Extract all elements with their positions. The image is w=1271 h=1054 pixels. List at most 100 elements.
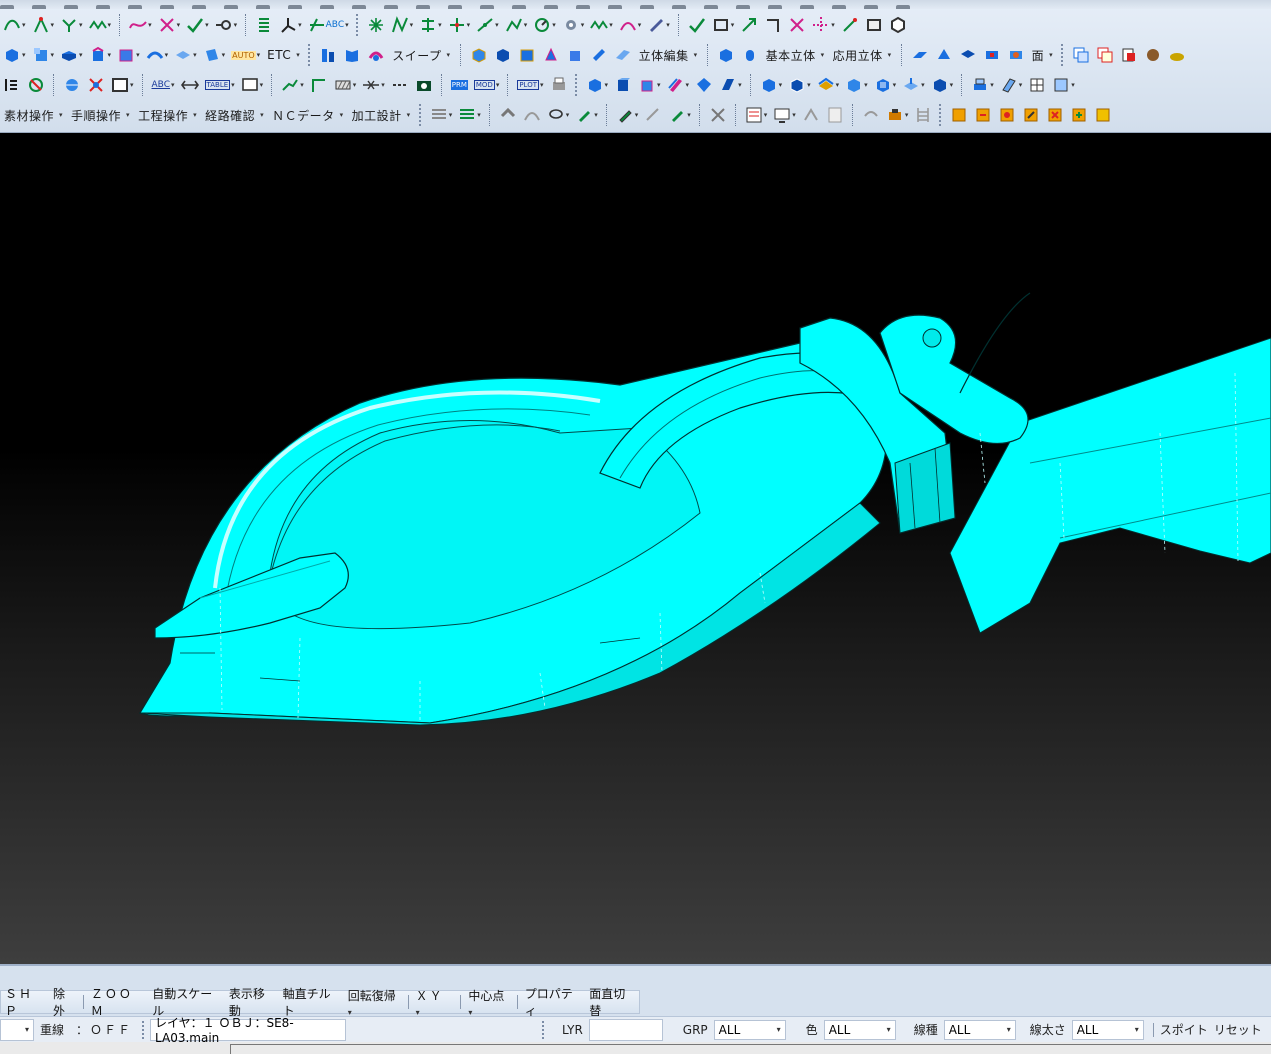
book-icon[interactable] xyxy=(341,44,363,66)
block-a-icon[interactable] xyxy=(468,44,490,66)
surface-arrow-icon[interactable] xyxy=(933,44,955,66)
shape-icon[interactable]: ▾ xyxy=(717,74,744,96)
menu-nc-data[interactable]: ＮＣデータ ▾ xyxy=(268,104,348,126)
gear-icon[interactable]: ▾ xyxy=(560,14,587,36)
hexagon-icon[interactable] xyxy=(887,14,909,36)
print-icon[interactable] xyxy=(548,74,570,96)
cmd-zoom[interactable]: ＺＯＯＭ xyxy=(87,985,148,1019)
file-e-icon[interactable] xyxy=(1044,104,1066,126)
diamond-icon[interactable] xyxy=(693,74,715,96)
cylinder-primitive-icon[interactable] xyxy=(739,44,761,66)
camera-icon[interactable] xyxy=(413,74,435,96)
cube-icon[interactable]: ▾ xyxy=(30,44,57,66)
scatter-icon[interactable] xyxy=(85,74,107,96)
sweep-menu[interactable]: スイープ ▾ xyxy=(388,44,454,66)
cmd-exclude[interactable]: 除外 xyxy=(49,985,80,1019)
sim-icon[interactable] xyxy=(800,104,822,126)
toolpath-a-icon[interactable]: ▾ xyxy=(428,104,455,126)
menu-process-operation[interactable]: 工程操作 ▾ xyxy=(134,104,201,126)
copy-red-icon[interactable] xyxy=(1094,44,1116,66)
file-b-icon[interactable] xyxy=(972,104,994,126)
check-icon[interactable]: ▾ xyxy=(184,14,211,36)
linewidth-select[interactable]: ALL ▾ xyxy=(1071,1019,1144,1040)
ladder-icon[interactable] xyxy=(912,104,934,126)
line-icon[interactable]: ▾ xyxy=(474,14,501,36)
block-g-icon[interactable] xyxy=(612,44,634,66)
window-icon[interactable]: ▾ xyxy=(239,74,266,96)
node-icon[interactable]: ▾ xyxy=(213,14,240,36)
square-icon[interactable] xyxy=(863,14,885,36)
pen-icon[interactable]: ▾ xyxy=(645,14,672,36)
spoit-button[interactable]: スポイト xyxy=(1157,1021,1211,1038)
monitor-icon[interactable]: ▾ xyxy=(771,104,798,126)
building-icon[interactable] xyxy=(317,44,339,66)
edit-path-icon[interactable]: ▾ xyxy=(614,104,641,126)
paste-icon[interactable] xyxy=(1118,44,1140,66)
circle-dot-icon[interactable]: ▾ xyxy=(531,14,558,36)
bracket-icon[interactable] xyxy=(1,74,23,96)
refresh-icon[interactable] xyxy=(25,74,47,96)
stack-b-icon[interactable]: ▾ xyxy=(998,74,1025,96)
wave-icon[interactable]: ▾ xyxy=(87,14,114,36)
arc-icon[interactable]: ▾ xyxy=(503,14,530,36)
cross-plus-icon[interactable]: ▾ xyxy=(446,14,473,36)
drill-b-icon[interactable] xyxy=(521,104,543,126)
face-menu[interactable]: 面 ▾ xyxy=(1028,44,1058,66)
shade-e-icon[interactable]: ▾ xyxy=(872,74,899,96)
toolpath-b-icon[interactable]: ▾ xyxy=(456,104,483,126)
surface-orange-icon[interactable] xyxy=(1005,44,1027,66)
solid-model[interactable] xyxy=(0,133,1271,964)
list-icon[interactable]: ▾ xyxy=(743,104,770,126)
wave2-icon[interactable]: ▾ xyxy=(588,14,615,36)
shade-a-icon[interactable]: ▾ xyxy=(758,74,785,96)
shade-b-icon[interactable]: ▾ xyxy=(786,74,813,96)
curve-pink-icon[interactable]: ▾ xyxy=(127,14,154,36)
plot-icon[interactable]: PLOT ▾ xyxy=(515,74,545,96)
table-icon[interactable]: TABLE ▾ xyxy=(203,74,237,96)
cmd-properties[interactable]: プロパティ xyxy=(521,985,585,1019)
model-icon[interactable] xyxy=(1142,44,1164,66)
basic-solid-menu[interactable]: 基本立体 ▾ xyxy=(762,44,829,66)
measure-icon[interactable] xyxy=(839,14,861,36)
shade-g-icon[interactable]: ▾ xyxy=(929,74,956,96)
stack-c-icon[interactable] xyxy=(1026,74,1048,96)
axis-icon[interactable]: ▾ xyxy=(277,14,304,36)
cube-pink-icon[interactable]: ▾ xyxy=(87,44,114,66)
cmd-center-point[interactable]: 中心点 ▾ xyxy=(464,987,514,1018)
menu-material-operation[interactable]: 素材操作 ▾ xyxy=(0,104,67,126)
layers-icon[interactable]: ▾ xyxy=(665,74,692,96)
cross-icon[interactable]: ▾ xyxy=(156,14,183,36)
menu-path-check[interactable]: 経路確認 ▾ xyxy=(201,104,268,126)
cube-side-icon[interactable]: ▾ xyxy=(636,74,663,96)
cmd-xy-view[interactable]: ＸＹ ▾ xyxy=(412,987,458,1018)
applied-solid-menu[interactable]: 応用立体 ▾ xyxy=(829,44,896,66)
solid-edit-menu[interactable]: 立体編集 ▾ xyxy=(635,44,702,66)
surface-flat-icon[interactable] xyxy=(909,44,931,66)
check2-icon[interactable] xyxy=(686,14,708,36)
solid-icon[interactable]: ▾ xyxy=(1,44,28,66)
etc-menu[interactable]: ETC ▾ xyxy=(263,44,304,66)
globe-icon[interactable] xyxy=(61,74,83,96)
dashes-icon[interactable] xyxy=(389,74,411,96)
shade-f-icon[interactable]: ▾ xyxy=(900,74,927,96)
machine-icon[interactable]: ▾ xyxy=(884,104,911,126)
menu-procedure-operation[interactable]: 手順操作 ▾ xyxy=(67,104,134,126)
lyr-field[interactable] xyxy=(588,1018,663,1041)
color-select[interactable]: ALL ▾ xyxy=(823,1019,896,1040)
block-e-icon[interactable] xyxy=(564,44,586,66)
cube-view-icon[interactable]: ▾ xyxy=(584,74,611,96)
tube-icon[interactable] xyxy=(365,44,387,66)
prm-icon[interactable]: PRM xyxy=(449,74,470,96)
status-dropdown[interactable]: ▾ xyxy=(0,1018,34,1041)
triangle-icon[interactable]: ▾ xyxy=(617,14,644,36)
abc-text-icon[interactable]: ABC ▾ xyxy=(150,74,177,96)
x-icon[interactable] xyxy=(786,14,808,36)
auto-icon[interactable]: AUTO ▾ xyxy=(229,44,262,66)
surface-twist-icon[interactable] xyxy=(957,44,979,66)
brush-icon[interactable]: ▾ xyxy=(573,104,600,126)
dimension-icon[interactable] xyxy=(179,74,201,96)
frame-icon[interactable]: ▾ xyxy=(109,74,136,96)
overlap-value[interactable]: ：ＯＦＦ xyxy=(70,1021,138,1038)
file-f-icon[interactable] xyxy=(1068,104,1090,126)
file-a-icon[interactable] xyxy=(948,104,970,126)
